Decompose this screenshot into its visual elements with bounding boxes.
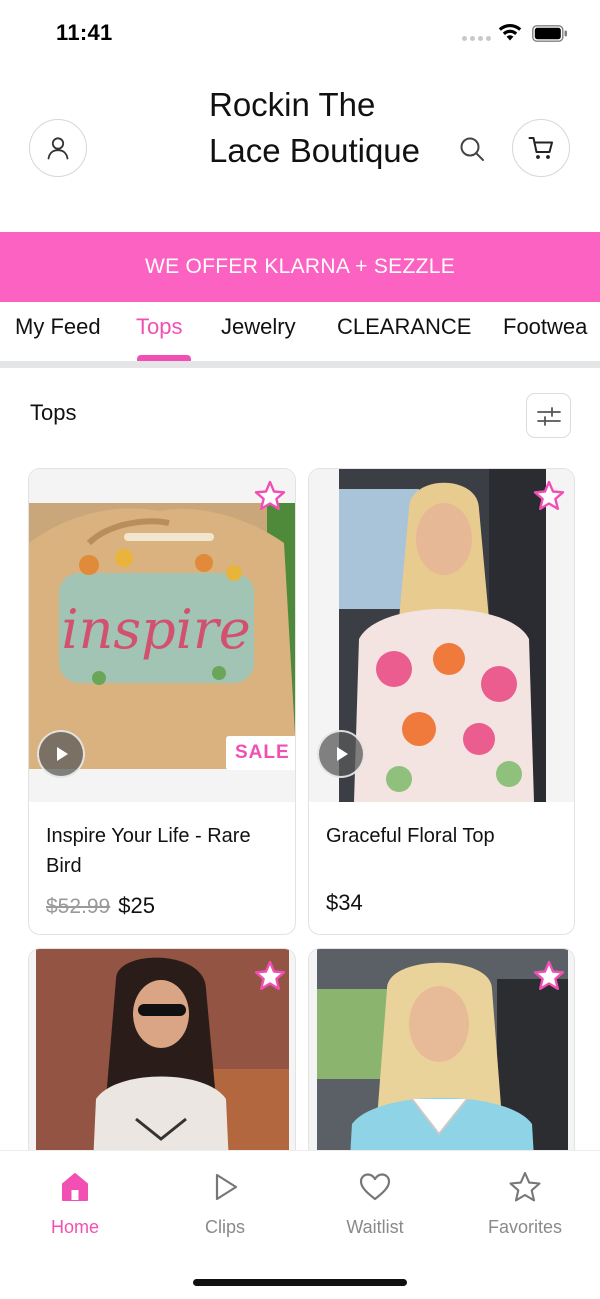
svg-text:inspire: inspire <box>61 598 250 661</box>
product-image[interactable] <box>309 469 574 802</box>
tabs-divider <box>0 361 600 368</box>
price-row: $52.99 $25 <box>46 893 155 919</box>
favorite-star-icon[interactable] <box>532 959 566 993</box>
product-card[interactable]: Graceful Floral Top $34 <box>308 468 575 935</box>
status-bar: 11:41 <box>0 0 600 66</box>
user-icon <box>47 137 69 160</box>
tab-jewelry[interactable]: Jewelry <box>221 314 296 340</box>
tab-clearance[interactable]: CLEARANCE <box>337 314 471 340</box>
price-row: $34 <box>326 890 363 916</box>
nav-clips[interactable]: Clips <box>170 1169 280 1238</box>
favorite-star-icon[interactable] <box>253 479 287 513</box>
section-title: Tops <box>30 400 77 425</box>
sale-badge: SALE <box>226 736 295 770</box>
product-photo: inspire <box>29 503 295 769</box>
tab-footwear[interactable]: Footwea <box>503 314 587 340</box>
nav-favorites-label: Favorites <box>487 1217 563 1237</box>
cart-icon <box>528 137 553 159</box>
nav-clips-label: Clips <box>204 1217 245 1237</box>
tab-my-feed[interactable]: My Feed <box>15 314 101 340</box>
promo-banner-text: WE OFFER KLARNA + SEZZLE <box>144 255 456 278</box>
search-icon <box>460 137 484 161</box>
signal-dots-icon <box>462 36 491 41</box>
home-icon <box>62 1173 88 1201</box>
home-indicator <box>193 1279 407 1286</box>
play-icon <box>337 747 348 761</box>
original-price: $52.99 <box>46 895 111 918</box>
tab-tops[interactable]: Tops <box>136 314 182 340</box>
product-name[interactable]: Graceful Floral Top <box>326 821 556 851</box>
product-photo <box>339 469 546 802</box>
nav-waitlist[interactable]: Waitlist <box>320 1169 430 1238</box>
wifi-icon <box>498 24 522 41</box>
favorite-star-icon[interactable] <box>253 959 287 993</box>
battery-icon <box>532 25 567 42</box>
play-video-button[interactable] <box>37 730 85 778</box>
brand-title: Rockin The Lace Boutique <box>209 86 421 169</box>
heart-icon <box>359 1173 391 1201</box>
sliders-icon <box>536 406 561 426</box>
nav-home-label: Home <box>50 1217 99 1237</box>
nav-waitlist-label: Waitlist <box>346 1217 404 1237</box>
play-icon <box>57 747 68 761</box>
cart-button[interactable] <box>512 119 570 177</box>
product-price: $34 <box>326 890 363 915</box>
play-icon <box>215 1173 238 1201</box>
favorite-star-icon[interactable] <box>532 479 566 513</box>
search-button[interactable] <box>456 133 488 165</box>
product-card[interactable]: inspire SALE Inspire Your Life - Rare Bi… <box>28 468 296 935</box>
product-name[interactable]: Inspire Your Life - Rare Bird <box>46 821 276 881</box>
nav-favorites[interactable]: Favorites <box>470 1169 580 1238</box>
filter-button[interactable] <box>526 393 571 438</box>
nav-home[interactable]: Home <box>20 1169 130 1238</box>
promo-banner[interactable]: WE OFFER KLARNA + SEZZLE <box>0 232 600 302</box>
category-tabs: My Feed Tops Jewelry CLEARANCE Footwea <box>0 302 600 364</box>
star-icon <box>509 1171 541 1202</box>
app-header: Rockin The Lace Boutique <box>0 66 600 232</box>
play-video-button[interactable] <box>317 730 365 778</box>
product-image[interactable]: inspire SALE <box>29 469 295 802</box>
bottom-navigation: Home Clips Waitlist Favorites <box>0 1150 600 1299</box>
sale-price: $25 <box>118 893 155 918</box>
account-button[interactable] <box>29 119 87 177</box>
status-time: 11:41 <box>56 20 113 45</box>
